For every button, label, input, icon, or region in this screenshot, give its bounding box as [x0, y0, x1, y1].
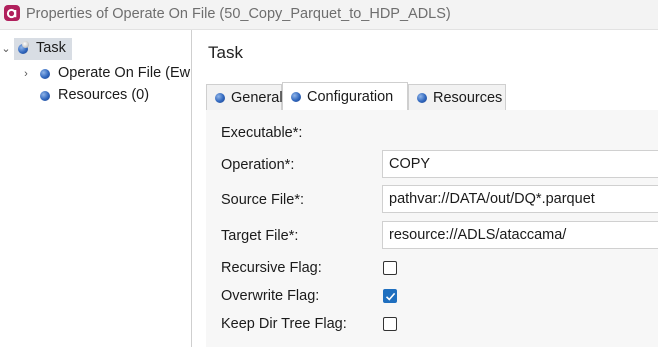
tab-general[interactable]: General: [206, 84, 283, 110]
target-file-label: Target File*:: [221, 228, 299, 244]
tab-label: Configuration: [307, 89, 394, 105]
recursive-flag-label: Recursive Flag:: [221, 260, 322, 276]
section-title: Task: [208, 43, 243, 62]
tree-item-label: Resources (0): [58, 87, 150, 103]
tab-bar: General Configuration Resources: [206, 82, 658, 111]
tree-item-label: Task: [36, 40, 66, 56]
tree-item-task[interactable]: ⌄ Task: [1, 38, 72, 60]
tab-label: Resources: [433, 90, 503, 106]
properties-panel: Task General Configuration Resources Exe…: [192, 30, 658, 347]
tab-resources[interactable]: Resources: [408, 84, 506, 110]
blue-ball-icon: [40, 91, 50, 101]
task-cog-icon: [18, 41, 29, 54]
outline-tree: ⌄ Task › Operate On File (Ew Resources (…: [0, 30, 192, 347]
operation-label: Operation*:: [221, 157, 295, 173]
target-file-field[interactable]: resource://ADLS/ataccama/: [382, 221, 658, 249]
source-file-label: Source File*:: [221, 192, 305, 208]
expand-chevron-icon[interactable]: ›: [20, 63, 32, 85]
blue-ball-icon: [291, 92, 301, 102]
recursive-flag-checkbox[interactable]: [383, 261, 397, 275]
window-title: Properties of Operate On File (50_Copy_P…: [26, 6, 451, 22]
tab-configuration[interactable]: Configuration: [282, 82, 408, 111]
collapse-chevron-icon[interactable]: ⌄: [0, 38, 12, 60]
keep-dir-tree-flag-label: Keep Dir Tree Flag:: [221, 316, 347, 332]
tree-item-operate-on-file[interactable]: › Operate On File (Ew: [20, 63, 191, 85]
source-file-field[interactable]: pathvar://DATA/out/DQ*.parquet: [382, 185, 658, 213]
tree-item-resources[interactable]: Resources (0): [20, 85, 191, 107]
blue-ball-icon: [417, 93, 427, 103]
overwrite-flag-checkbox[interactable]: [383, 289, 397, 303]
blue-ball-icon: [40, 69, 50, 79]
keep-dir-tree-flag-checkbox[interactable]: [383, 317, 397, 331]
configuration-form: Executable*: Operation*: COPY Source Fil…: [206, 110, 658, 347]
app-logo-icon: [4, 5, 20, 21]
checkmark-icon: [385, 292, 396, 301]
executable-label: Executable*:: [221, 125, 303, 141]
blue-ball-icon: [215, 93, 225, 103]
operation-field[interactable]: COPY: [382, 150, 658, 178]
title-bar: Properties of Operate On File (50_Copy_P…: [0, 0, 658, 30]
tab-label: General: [231, 90, 283, 106]
overwrite-flag-label: Overwrite Flag:: [221, 288, 320, 304]
tree-item-label: Operate On File (Ew: [58, 65, 191, 81]
